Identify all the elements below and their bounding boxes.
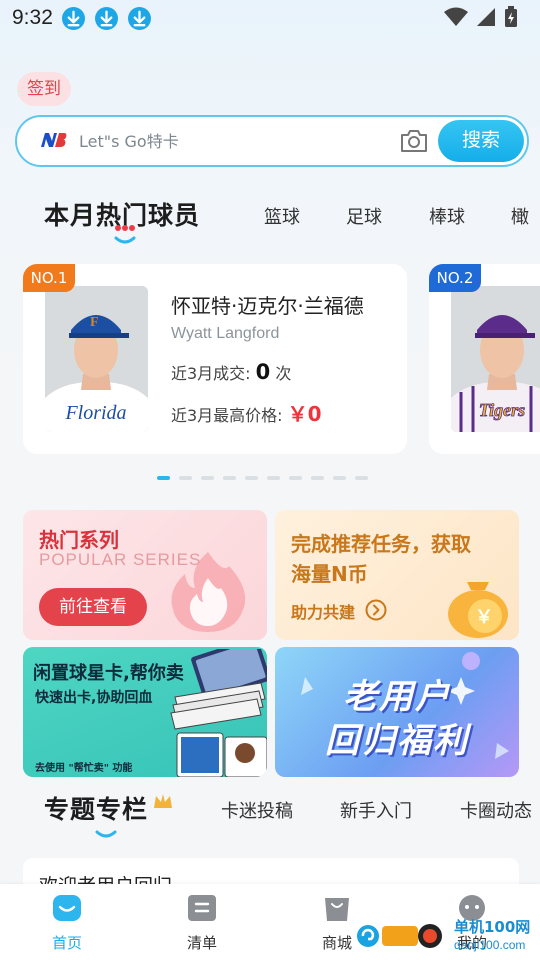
topics-title: 专题专栏 (44, 795, 149, 824)
price-stat: 近3月最高价格: ￥0 (171, 398, 322, 427)
active-underline-icon (95, 830, 117, 838)
search-bar[interactable]: 搜索 (15, 115, 529, 167)
return-line1: 老用户 (343, 677, 451, 717)
shopping-bag-icon (325, 898, 349, 921)
task-link[interactable]: 助力共建 (291, 599, 355, 623)
deals-count: 0 (255, 360, 271, 384)
pager-dot[interactable] (157, 476, 170, 480)
nav-home[interactable]: 首页 (32, 894, 102, 953)
nav-home-label: 首页 (51, 934, 82, 952)
pager-dot[interactable] (289, 476, 302, 480)
tab-baseball[interactable]: 棒球 (429, 203, 465, 229)
watermark-logo-icon (357, 924, 442, 948)
tab-fan-submissions[interactable]: 卡迷投稿 (221, 797, 293, 823)
search-button[interactable]: 搜索 (438, 120, 524, 162)
deals-label: 近3月成交: (171, 364, 251, 383)
checkin-button[interactable]: 签到 (17, 72, 71, 106)
pager-dot[interactable] (267, 476, 280, 480)
sell-subtitle: 快速出卡,协助回血 (35, 690, 153, 706)
status-time: 9:32 (12, 6, 53, 29)
task-banner[interactable]: 完成推荐任务，获取 海量N币 助力共建 ￥ (275, 510, 519, 640)
task-title-line2: 海量N币 (291, 562, 368, 586)
signal-icon (477, 8, 495, 26)
search-input[interactable] (79, 126, 379, 156)
returning-user-banner[interactable]: 老用户 回归福利 (275, 647, 519, 777)
deals-unit: 次 (275, 364, 292, 383)
tab-football[interactable]: 足球 (346, 203, 382, 229)
list-icon (188, 895, 216, 921)
carousel-pager[interactable] (157, 476, 368, 480)
status-bar: 9:32 (0, 0, 540, 38)
wifi-icon (444, 7, 468, 26)
player-english-name: Wyatt Langford (171, 325, 280, 342)
coin-symbol: ￥ (475, 607, 493, 628)
player-name: 怀亚特·迈克尔·兰福德 (171, 294, 364, 318)
pager-dot[interactable] (179, 476, 192, 480)
svg-text:F: F (90, 315, 99, 330)
battery-icon (505, 6, 517, 27)
download-icon (95, 7, 118, 30)
task-title-line1: 完成推荐任务，获取 (291, 532, 471, 556)
sell-cards-banner[interactable]: 闲置球星卡,帮你卖 快速出卡,协助回血 去使用 "帮忙卖" 功能 (23, 647, 267, 777)
watermark-text: 单机100网 (454, 918, 531, 936)
hot-player-carousel[interactable]: F Florida NO.1 怀亚特·迈克尔·兰福德 Wyatt Langfor… (0, 264, 540, 454)
deals-stat: 近3月成交: 0 次 (171, 360, 291, 384)
pager-dot[interactable] (223, 476, 236, 480)
view-series-button[interactable]: 前往查看 (39, 588, 147, 626)
tab-beginners[interactable]: 新手入门 (340, 797, 412, 823)
rank-badge: NO.2 (429, 264, 481, 292)
camera-icon[interactable] (399, 128, 429, 154)
hot-series-title: 热门系列 (39, 528, 119, 552)
crown-icon (154, 794, 172, 808)
nav-list-label: 清单 (186, 934, 217, 952)
tab-card-news[interactable]: 卡圈动态 (460, 797, 532, 823)
pager-dot[interactable] (245, 476, 258, 480)
home-icon (53, 895, 81, 921)
price-label: 近3月最高价格: (171, 406, 283, 425)
player-photo: Tigers (451, 286, 540, 432)
player-card[interactable]: Tigers NO.2 (429, 264, 540, 454)
rank-badge: NO.1 (23, 264, 75, 292)
tab-basketball[interactable]: 篮球 (264, 203, 300, 229)
hot-players-header: 本月热门球员 篮球 足球 棒球 橄 (0, 196, 540, 236)
price-value: ￥0 (287, 402, 322, 426)
nb-logo-icon (41, 133, 67, 147)
arrow-circle-icon (365, 599, 387, 621)
pager-dot[interactable] (201, 476, 214, 480)
return-line2: 回归福利 (325, 721, 469, 761)
download-icon (62, 7, 85, 30)
pager-dot[interactable] (311, 476, 324, 480)
download-icon (128, 7, 151, 30)
card-stack-icon (170, 649, 267, 777)
hot-series-banner[interactable]: 热门系列 POPULAR SERIES 前往查看 (23, 510, 267, 640)
player-card[interactable]: F Florida NO.1 怀亚特·迈克尔·兰福德 Wyatt Langfor… (23, 264, 407, 454)
sell-note: 去使用 "帮忙卖" 功能 (35, 763, 133, 774)
jersey-text: Florida (64, 402, 126, 424)
flame-icon (171, 552, 246, 632)
watermark-url: danji100.com (454, 938, 526, 952)
jersey-text: Tigers (479, 400, 525, 420)
fire-dots-icon (115, 225, 135, 231)
nav-list[interactable]: 清单 (167, 894, 237, 953)
player-photo: F Florida (45, 286, 148, 432)
active-underline-icon (114, 236, 136, 244)
watermark: 单机100网 danji100.com (356, 914, 536, 958)
tab-more[interactable]: 橄 (511, 203, 529, 229)
topics-header: 专题专栏 卡迷投稿 新手入门 卡圈动态 (0, 790, 540, 830)
pager-dot[interactable] (355, 476, 368, 480)
task-link-label: 助力共建 (291, 603, 356, 622)
pager-dot[interactable] (333, 476, 346, 480)
